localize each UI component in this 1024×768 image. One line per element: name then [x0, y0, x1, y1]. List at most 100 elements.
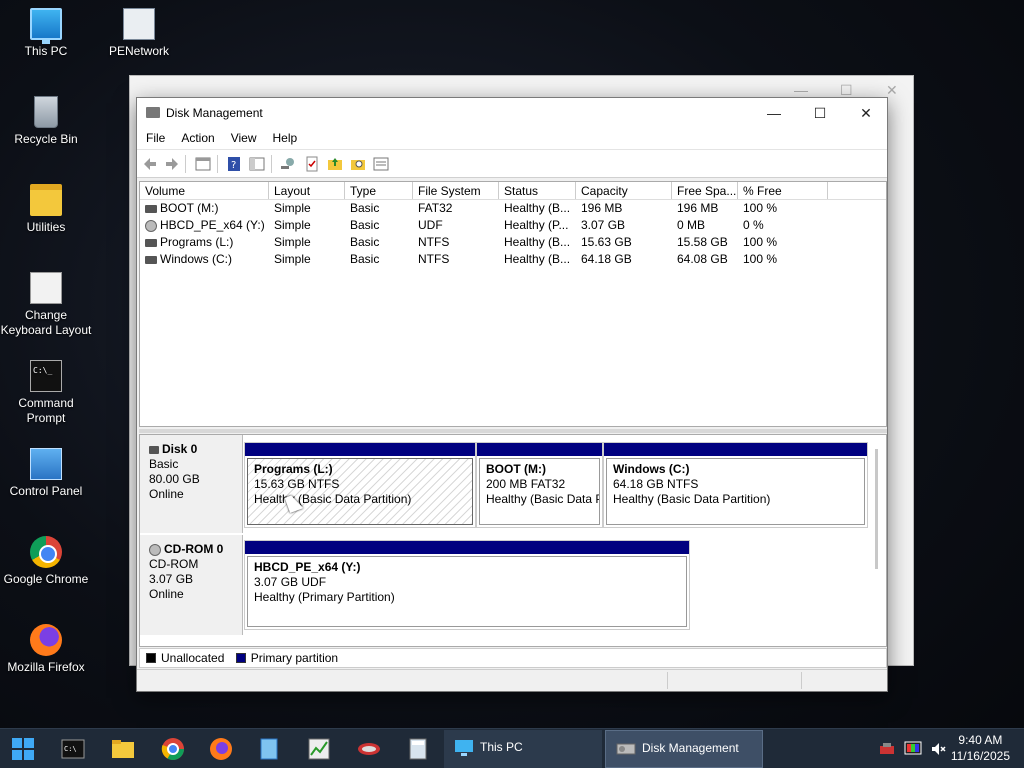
- task-manager-icon[interactable]: [307, 737, 331, 761]
- desktop-icon-label: Utilities: [26, 220, 66, 234]
- column-header-percent-free[interactable]: % Free: [738, 182, 828, 199]
- show-hide-tree-icon[interactable]: [249, 156, 265, 172]
- menu-file[interactable]: File: [137, 128, 172, 145]
- drive-icon: [145, 255, 157, 264]
- help-icon[interactable]: ?: [226, 156, 242, 172]
- menu-view[interactable]: View: [222, 128, 264, 145]
- taskbar-task-label: Disk Management: [642, 741, 739, 755]
- desktop-icon-this-pc[interactable]: This PC: [0, 8, 92, 59]
- partition-programs[interactable]: Programs (L:) 15.63 GB NTFS Healthy (Bas…: [244, 442, 476, 528]
- volume-muted-icon[interactable]: [930, 740, 948, 758]
- partition-bar: [245, 541, 689, 554]
- disk-0-label[interactable]: Disk 0 Basic 80.00 GB Online: [140, 435, 243, 533]
- title-bar[interactable]: Disk Management — ☐ ✕: [137, 98, 887, 128]
- maximize-button[interactable]: ☐: [797, 98, 843, 128]
- cell-status: Healthy (B...: [504, 252, 571, 266]
- desktop-icon-recycle-bin[interactable]: Recycle Bin: [0, 96, 92, 147]
- partition-name: Programs (L:): [254, 462, 333, 476]
- column-header-type[interactable]: Type: [345, 182, 413, 199]
- tray-network-tool-icon[interactable]: [878, 740, 896, 758]
- folder-up-icon[interactable]: [327, 156, 343, 172]
- desktop-icon-utilities[interactable]: Utilities: [0, 184, 92, 235]
- partition-boot[interactable]: BOOT (M:) 200 MB FAT32 Healthy (Basic Da…: [476, 442, 603, 528]
- volume-name: BOOT (M:): [160, 201, 219, 215]
- desktop-icon-label: Google Chrome: [3, 572, 89, 586]
- table-row[interactable]: Windows (C:) Simple Basic NTFS Healthy (…: [140, 251, 886, 268]
- folder-search-icon[interactable]: [350, 156, 366, 172]
- column-header-status[interactable]: Status: [499, 182, 576, 199]
- tray-display-icon[interactable]: [904, 740, 922, 758]
- command-prompt-icon[interactable]: C:\: [61, 737, 85, 761]
- desktop-icon-penetwork[interactable]: PENetwork: [93, 8, 185, 59]
- partition-windows[interactable]: Windows (C:) 64.18 GB NTFS Healthy (Basi…: [603, 442, 868, 528]
- desktop-icon-command-prompt[interactable]: C:\_ Command Prompt: [0, 360, 92, 426]
- firefox-icon[interactable]: [209, 737, 233, 761]
- column-header-layout[interactable]: Layout: [269, 182, 345, 199]
- partition-name: HBCD_PE_x64 (Y:): [254, 560, 361, 574]
- column-header-file-system[interactable]: File System: [413, 182, 499, 199]
- calculator-icon[interactable]: [406, 737, 430, 761]
- column-header-volume[interactable]: Volume: [140, 182, 269, 199]
- table-row[interactable]: Programs (L:) Simple Basic NTFS Healthy …: [140, 234, 886, 251]
- cell-status: Healthy (B...: [504, 235, 571, 249]
- column-header-free-space[interactable]: Free Spa...: [672, 182, 738, 199]
- minimize-icon[interactable]: —: [794, 82, 808, 98]
- desktop-icon-mozilla-firefox[interactable]: Mozilla Firefox: [0, 624, 92, 675]
- desktop-icon-change-keyboard-layout[interactable]: Change Keyboard Layout: [0, 272, 92, 338]
- menu-action[interactable]: Action: [172, 128, 221, 145]
- volume-name: Windows (C:): [160, 252, 233, 266]
- drive-icon: [145, 204, 157, 213]
- partition-bar: [604, 443, 867, 456]
- volume-list-header: Volume Layout Type File System Status Ca…: [140, 182, 886, 200]
- partition-size: 3.07 GB UDF: [254, 575, 327, 589]
- command-prompt-icon: C:\_: [30, 360, 62, 392]
- close-button[interactable]: ✕: [843, 98, 889, 128]
- toolbar-separator: [271, 155, 272, 173]
- disk-management-icon: [616, 743, 636, 755]
- table-row[interactable]: HBCD_PE_x64 (Y:) Simple Basic UDF Health…: [140, 217, 886, 234]
- desktop-icon-label: This PC: [24, 44, 68, 58]
- column-header-capacity[interactable]: Capacity: [576, 182, 672, 199]
- start-button-icon[interactable]: [11, 737, 35, 761]
- back-arrow-icon[interactable]: [142, 156, 158, 172]
- svg-text:C:\: C:\: [64, 745, 77, 753]
- properties-icon[interactable]: [195, 156, 211, 172]
- cell-file-system: FAT32: [418, 201, 453, 215]
- taskbar-clock[interactable]: 9:40 AM 11/16/2025: [951, 732, 1010, 764]
- status-pane: [801, 672, 802, 689]
- partition-bar: [477, 443, 602, 456]
- cell-file-system: NTFS: [418, 252, 450, 266]
- partition-hbcd[interactable]: HBCD_PE_x64 (Y:) 3.07 GB UDF Healthy (Pr…: [244, 540, 690, 630]
- network-tool-icon[interactable]: [357, 737, 381, 761]
- cell-layout: Simple: [274, 201, 311, 215]
- legend: Unallocated Primary partition: [139, 648, 887, 668]
- taskbar-task-disk-management[interactable]: Disk Management: [605, 730, 763, 768]
- pane-splitter[interactable]: [139, 429, 887, 433]
- checklist-icon[interactable]: [304, 156, 320, 172]
- cell-capacity: 15.63 GB: [581, 235, 632, 249]
- chrome-icon[interactable]: [161, 737, 185, 761]
- desktop-icon-label: Mozilla Firefox: [7, 660, 85, 674]
- desktop-icon-google-chrome[interactable]: Google Chrome: [0, 536, 92, 587]
- list-view-icon[interactable]: [373, 156, 389, 172]
- cell-file-system: UDF: [418, 218, 443, 232]
- forward-arrow-icon[interactable]: [164, 156, 180, 172]
- table-row[interactable]: BOOT (M:) Simple Basic FAT32 Healthy (B.…: [140, 200, 886, 217]
- file-explorer-icon[interactable]: [111, 737, 135, 761]
- connect-icon[interactable]: [280, 156, 296, 172]
- cdrom-0-label[interactable]: CD-ROM 0 CD-ROM 3.07 GB Online: [140, 535, 243, 635]
- desktop-icon-control-panel[interactable]: Control Panel: [0, 448, 92, 499]
- status-pane: [667, 672, 668, 689]
- minimize-button[interactable]: —: [751, 98, 797, 128]
- menu-bar: File Action View Help: [137, 128, 887, 150]
- disk-size: 3.07 GB: [149, 572, 194, 586]
- partition-status: Healthy (Primary Partition): [254, 590, 395, 604]
- notepad-icon[interactable]: [257, 737, 281, 761]
- vertical-scrollbar[interactable]: [875, 449, 878, 569]
- cell-free-space: 196 MB: [677, 201, 719, 215]
- network-icon: [123, 8, 155, 40]
- taskbar-task-this-pc[interactable]: This PC: [444, 730, 602, 768]
- menu-help[interactable]: Help: [264, 128, 305, 145]
- partition-bar: [245, 443, 475, 456]
- status-bar: [137, 669, 887, 691]
